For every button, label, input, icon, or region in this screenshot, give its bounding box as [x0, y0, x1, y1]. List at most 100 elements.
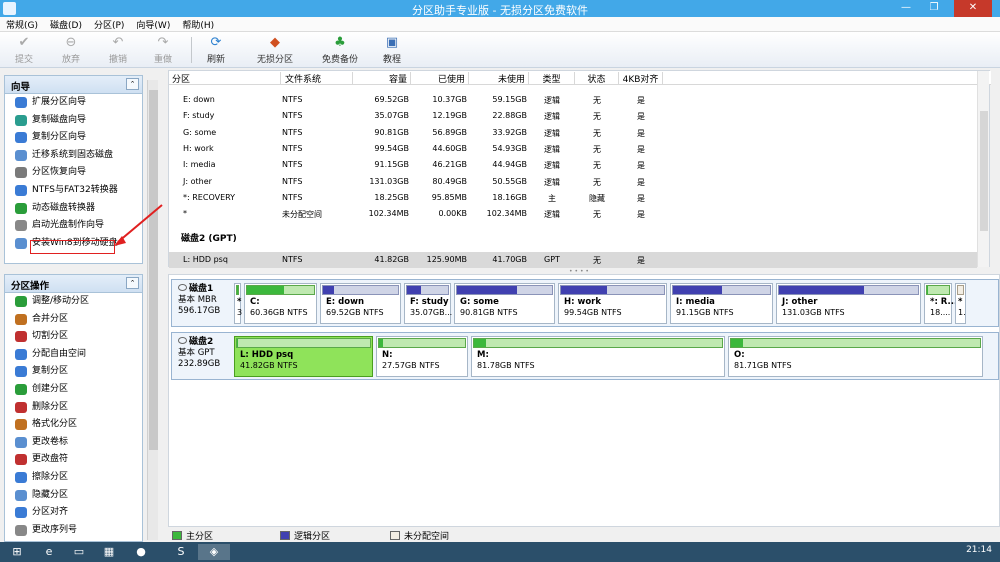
partition-block[interactable]: * 3: [234, 283, 242, 324]
table-cell: 无: [593, 161, 601, 171]
ops-icon: [15, 348, 27, 360]
disk-type: 基本 GPT: [178, 348, 215, 358]
table-row[interactable]: I: media NTFS 91.15GB 46.21GB 44.94GB 逻辑 无 是: [169, 157, 977, 173]
ops-panel-header: 分区操作 ⌃: [5, 275, 142, 293]
ops-icon: [15, 313, 27, 325]
ops-item[interactable]: 分配自由空间: [5, 346, 142, 364]
usage-bar: [926, 285, 950, 295]
ops-item[interactable]: 更改序列号: [5, 522, 142, 540]
col-used[interactable]: 已使用: [411, 72, 469, 85]
table-header: 分区 文件系统 容量 已使用 未使用 类型 状态 4KB对齐: [169, 71, 991, 85]
qq-icon[interactable]: ●: [128, 544, 154, 560]
table-cell: 逻辑: [544, 177, 560, 187]
disk-row[interactable]: 磁盘1 基本 MBR 596.17GB * 3 C: 60.36GB NTFS E: down…: [171, 279, 999, 327]
table-cell: 99.54GB: [374, 143, 409, 153]
clock[interactable]: 21:14: [966, 545, 992, 555]
disk2-title: 磁盘2 (GPT): [181, 234, 237, 244]
table-row[interactable]: F: study NTFS 35.07GB 12.19GB 22.88GB 逻辑 无 是: [169, 108, 977, 124]
table-cell: 是: [637, 161, 645, 171]
ops-icon: [15, 524, 27, 536]
partition-assistant-task-icon[interactable]: ◈: [198, 544, 230, 560]
table-row[interactable]: L: HDD psq NTFS 41.82GB 125.90MB 41.70GB GPT 无…: [169, 252, 977, 268]
ops-item-label: 复制分区: [32, 366, 69, 377]
table-cell: 80.49GB: [432, 176, 467, 186]
partition-name: I: media: [676, 297, 715, 307]
table-cell: GPT: [544, 255, 560, 264]
table-row[interactable]: J: other NTFS 131.03GB 80.49GB 50.55GB 逻辑 无 是: [169, 174, 977, 190]
col-unused[interactable]: 未使用: [469, 72, 529, 85]
partition-block[interactable]: H: work 99.54GB NTFS: [558, 283, 667, 324]
ops-item[interactable]: 合并分区: [5, 311, 142, 329]
partition-block[interactable]: G: some 90.81GB NTFS: [454, 283, 555, 324]
table-cell: 10.37GB: [432, 95, 467, 104]
table-row[interactable]: E: down NTFS 69.52GB 10.37GB 59.15GB 逻辑 无 是: [169, 92, 977, 108]
collapse-icon[interactable]: ⌃: [126, 277, 139, 289]
ops-icon: [15, 471, 27, 483]
col-status[interactable]: 状态: [575, 72, 619, 85]
disk-name: 磁盘2: [189, 337, 214, 347]
partition-block[interactable]: * 1.: [955, 283, 966, 324]
refresh-button[interactable]: ⟳ 刷新: [192, 34, 240, 66]
partition-block[interactable]: I: media 91.15GB NTFS: [670, 283, 773, 324]
ops-item[interactable]: 复制分区: [5, 363, 142, 381]
lossless-partition-button[interactable]: ◆ 无损分区: [246, 34, 304, 66]
table-cell: 50.55GB: [492, 176, 527, 186]
table-row[interactable]: *: RECOVERY NTFS 18.25GB 95.85MB 18.16GB 主 隐藏 是: [169, 190, 977, 206]
ops-item[interactable]: 切割分区: [5, 328, 142, 346]
disk-name: 磁盘1: [189, 284, 214, 294]
start-icon[interactable]: ⊞: [4, 544, 30, 560]
menu-help[interactable]: 帮助(H): [176, 17, 220, 31]
maximize-button[interactable]: ❐: [920, 0, 948, 17]
table-scrollbar[interactable]: [977, 71, 989, 267]
table-row[interactable]: G: some NTFS 90.81GB 56.89GB 33.92GB 逻辑 无 是: [169, 125, 977, 141]
table-cell: 是: [637, 193, 645, 203]
ie-icon[interactable]: e: [36, 544, 62, 560]
col-filesystem[interactable]: 文件系统: [281, 72, 353, 85]
partition-block[interactable]: J: other 131.03GB NTFS: [776, 283, 921, 324]
ops-item[interactable]: 调整/移动分区: [5, 293, 142, 311]
partition-block[interactable]: N: 27.57GB NTFS: [376, 336, 468, 377]
partition-block[interactable]: O: 81.71GB NTFS: [728, 336, 983, 377]
ops-item-label: 创建分区: [32, 383, 69, 394]
free-backup-button[interactable]: ♣ 免费备份: [312, 34, 368, 66]
partition-block[interactable]: *: R... 18....: [924, 283, 957, 324]
ops-item[interactable]: 更改卷标: [5, 434, 142, 452]
ops-item[interactable]: 删除分区: [5, 399, 142, 417]
excel-icon[interactable]: ▦: [96, 544, 122, 560]
table-row[interactable]: H: work NTFS 99.54GB 44.60GB 54.93GB 逻辑 无 是: [169, 141, 977, 157]
partition-block[interactable]: E: down 69.52GB NTFS: [320, 283, 401, 324]
close-button[interactable]: ✕: [954, 0, 992, 17]
partition-name: C:: [250, 297, 260, 307]
table-cell: 未分配空间: [282, 210, 322, 220]
app-window: 分区助手专业版 - 无损分区免费软件 — ❐ ✕ 常规(G) 磁盘(D) 分区(P)…: [0, 0, 1000, 562]
partition-block[interactable]: C: 60.36GB NTFS: [244, 283, 317, 324]
partition-block[interactable]: L: HDD psq 41.82GB NTFS: [234, 336, 373, 377]
minimize-button[interactable]: —: [892, 0, 920, 17]
col-4k[interactable]: 4KB对齐: [619, 72, 663, 85]
table-cell: 逻辑: [544, 128, 560, 138]
partition-size: 60.36GB NTFS: [250, 308, 308, 317]
col-type[interactable]: 类型: [529, 72, 575, 85]
skype-icon[interactable]: S: [168, 544, 194, 560]
tutorial-button[interactable]: ▣ 教程: [368, 34, 416, 66]
table-row[interactable]: * 未分配空间 102.34MB 0.00KB 102.34MB 逻辑 无 是: [169, 206, 977, 222]
usage-fill: [237, 286, 238, 294]
disk-row[interactable]: 磁盘2 基本 GPT 232.89GB L: HDD psq 41.82GB NTFS N…: [171, 332, 999, 380]
partition-block[interactable]: M: 81.78GB NTFS: [471, 336, 725, 377]
col-partition[interactable]: 分区: [169, 72, 281, 85]
partition-size: 81.71GB NTFS: [734, 361, 792, 370]
ops-item[interactable]: 擦除分区: [5, 469, 142, 487]
explorer-icon[interactable]: ▭: [66, 544, 92, 560]
partition-block[interactable]: F: study 35.07GB...: [404, 283, 452, 324]
partition-size: 91.15GB NTFS: [676, 308, 734, 317]
ops-icon: [15, 296, 27, 307]
ops-item[interactable]: 创建分区: [5, 381, 142, 399]
scroll-thumb[interactable]: [980, 111, 988, 231]
ops-item[interactable]: 更改盘符: [5, 451, 142, 469]
col-capacity[interactable]: 容量: [353, 72, 411, 85]
ops-item[interactable]: 格式化分区: [5, 416, 142, 434]
table-cell: 逻辑: [544, 144, 560, 154]
ops-item[interactable]: 隐藏分区: [5, 487, 142, 505]
usage-bar: [560, 285, 665, 295]
ops-item[interactable]: 分区对齐: [5, 504, 142, 522]
